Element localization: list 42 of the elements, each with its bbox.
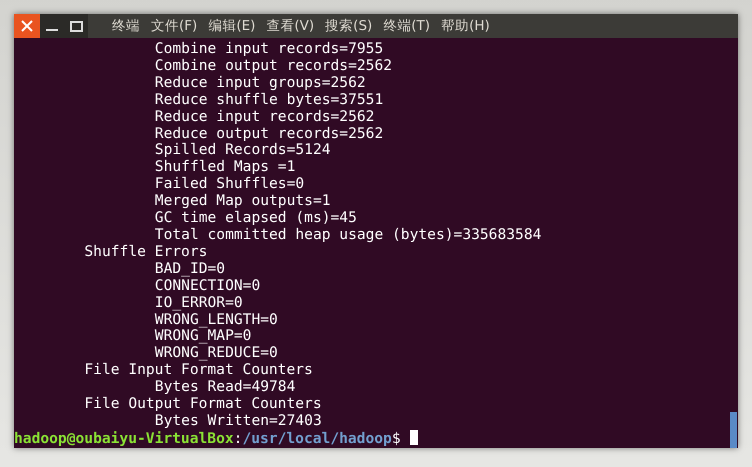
output-line: Reduce output records=2562 — [154, 126, 384, 142]
menu-item[interactable]: 搜索(S) — [325, 17, 372, 35]
minimize-button[interactable] — [40, 14, 64, 38]
output-line: WRONG_LENGTH=0 — [154, 312, 279, 328]
output-line: Spilled Records=5124 — [154, 142, 332, 160]
output-heading: Shuffle Errors — [83, 244, 208, 261]
output-line: Total committed heap usage (bytes)=335683584 — [154, 226, 542, 244]
text-cursor — [410, 430, 418, 445]
menu-item[interactable]: 查看(V) — [266, 17, 314, 35]
output-line: Bytes Read=49784 — [154, 379, 296, 396]
scrollbar-thumb[interactable] — [730, 412, 737, 448]
output-line: Reduce input groups=2562 — [154, 74, 367, 92]
menu-item[interactable]: 编辑(E) — [208, 17, 256, 35]
output-line: Shuffled Maps =1 — [154, 159, 296, 176]
output-heading: File Input Format Counters — [83, 362, 314, 380]
output-line: WRONG_MAP=0 — [154, 328, 252, 346]
minimize-icon — [46, 29, 58, 31]
output-line: CONNECTION=0 — [154, 278, 262, 295]
output-line: BAD_ID=0 — [154, 260, 226, 278]
output-heading: File Output Format Counters — [83, 396, 323, 413]
output-line: WRONG_REDUCE=0 — [154, 345, 279, 362]
menu-item[interactable]: 终端 — [112, 17, 140, 35]
output-line: Reduce input records=2562 — [154, 108, 376, 126]
output-line: Merged Map outputs=1 — [154, 193, 332, 210]
prompt-user: hadoop@oubaiyu-VirtualBox — [14, 430, 234, 447]
prompt-path: /usr/local/hadoop — [242, 430, 392, 447]
output-line: Combine output records=2562 — [154, 58, 394, 75]
maximize-button[interactable] — [64, 14, 88, 38]
output-line: Combine input records=7955 — [154, 41, 384, 58]
menu-item[interactable]: 终端(T) — [383, 17, 430, 35]
prompt-separator: : — [234, 430, 242, 447]
close-icon — [21, 20, 33, 32]
prompt-symbol: $ — [392, 430, 401, 447]
menu-item[interactable]: 文件(F) — [151, 17, 198, 35]
output-line: IO_ERROR=0 — [154, 294, 244, 312]
close-button[interactable] — [14, 14, 40, 38]
output-line: Reduce shuffle bytes=37551 — [154, 92, 384, 109]
output-line: Failed Shuffles=0 — [154, 176, 306, 194]
output-line: Bytes Written=27403 — [154, 412, 323, 430]
output-line: GC time elapsed (ms)=45 — [154, 210, 358, 227]
menu-item[interactable]: 帮助(H) — [441, 17, 490, 35]
maximize-icon — [70, 20, 82, 32]
